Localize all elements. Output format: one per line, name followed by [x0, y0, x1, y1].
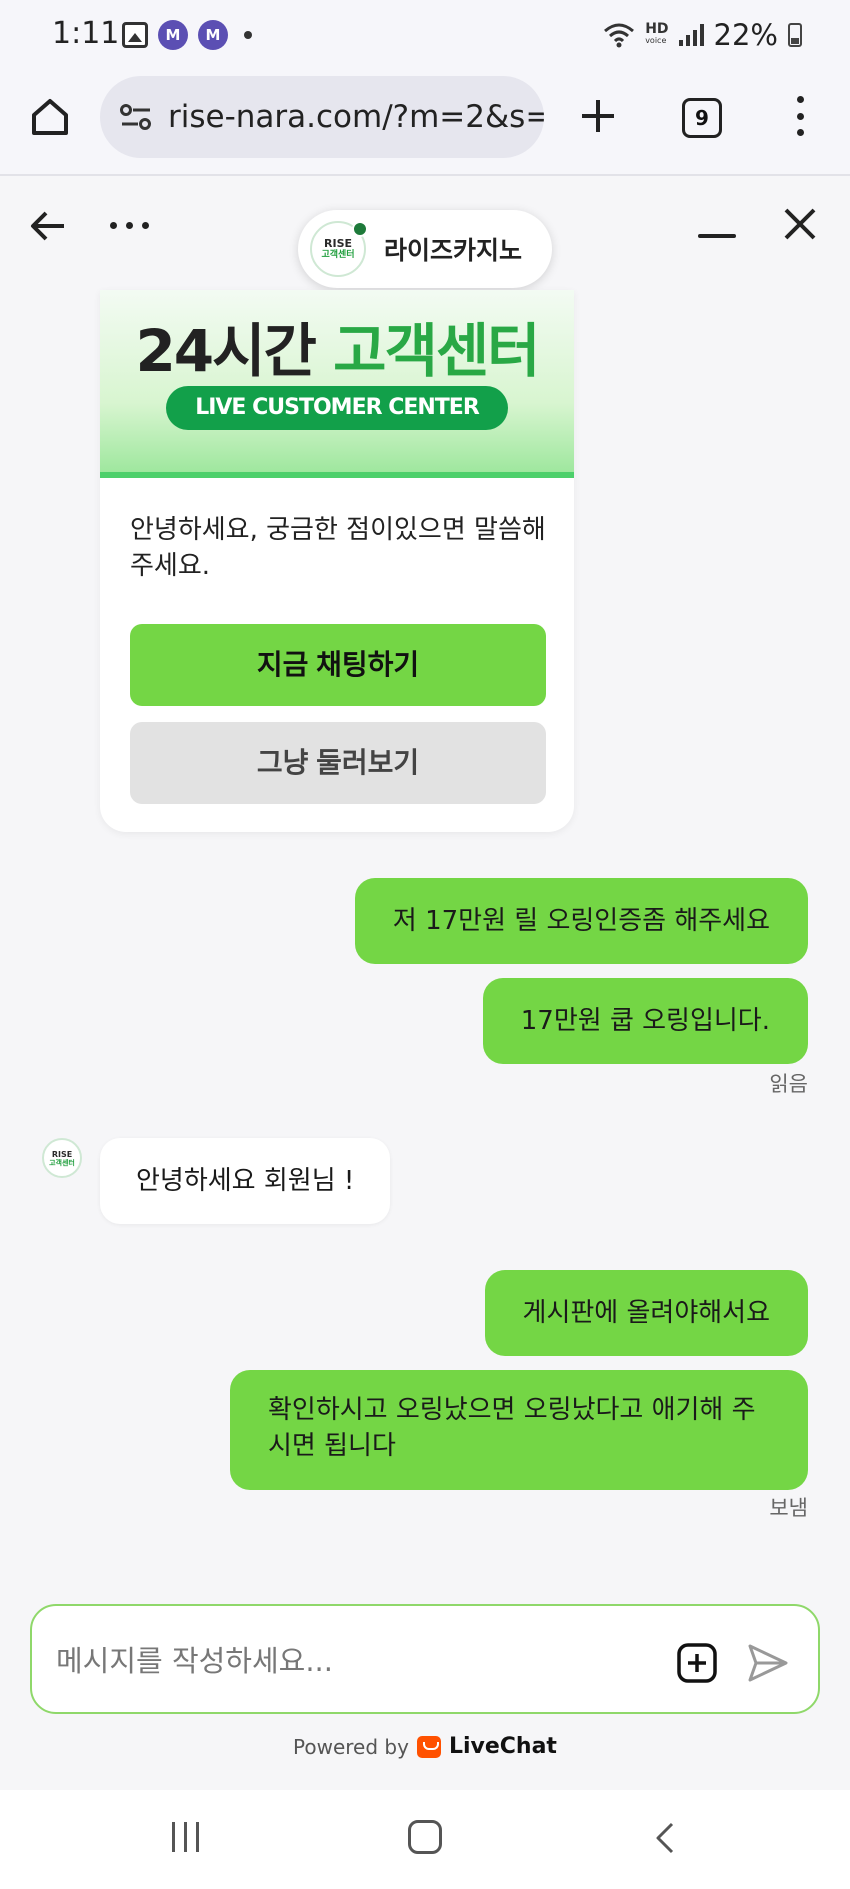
- brand-name: 라이즈카지노: [384, 236, 523, 265]
- hd-sub-label: voice: [645, 36, 667, 45]
- agent-avatar: RISE 고객센터: [42, 1138, 82, 1178]
- banner-title-dark: 24시간: [135, 317, 334, 385]
- message-composer: [30, 1604, 820, 1714]
- banner-title-green: 고객센터: [333, 317, 540, 385]
- browser-menu-icon[interactable]: [792, 96, 808, 136]
- minimize-icon[interactable]: [698, 234, 736, 238]
- message-status-sent: 보냄: [769, 1496, 808, 1520]
- battery-percent: 22%: [713, 18, 778, 52]
- gallery-icon: [122, 22, 148, 48]
- powered-by-footer[interactable]: Powered by LiveChat: [0, 1734, 850, 1759]
- welcome-banner: 24시간 고객센터 LIVE CUSTOMER CENTER: [100, 290, 574, 478]
- brand-logo: RISE 고객센터: [310, 221, 368, 277]
- livechat-logo-icon: [416, 1735, 441, 1758]
- user-message: 확인하시고 오링났으면 오링났다고 애기해 주시면 됩니다: [230, 1370, 808, 1490]
- hd-voice-icon: HD voice: [645, 22, 668, 47]
- messenger-icon: M: [198, 20, 228, 50]
- back-nav-icon[interactable]: [650, 1820, 680, 1856]
- close-icon[interactable]: [780, 204, 820, 244]
- chat-header: RISE 고객센터 라이즈카지노: [0, 178, 850, 298]
- system-icons: HD voice 22%: [603, 18, 802, 52]
- message-input[interactable]: [56, 1636, 656, 1686]
- more-notifications-dot-icon: [244, 31, 252, 39]
- new-tab-icon[interactable]: [578, 96, 618, 136]
- agent-message: 안녕하세요 회원님 !: [100, 1138, 391, 1224]
- agent-brand-pill: RISE 고객센터 라이즈카지노: [298, 210, 552, 288]
- banner-subtitle: LIVE CUSTOMER CENTER: [166, 386, 508, 430]
- banner-title: 24시간 고객센터: [100, 304, 574, 388]
- address-bar[interactable]: rise-nara.com/?m=2&s=: [100, 76, 544, 158]
- user-message: 저 17만원 릴 오링인증좀 해주세요: [354, 878, 808, 964]
- url-text: rise-nara.com/?m=2&s=: [168, 99, 544, 135]
- browser-toolbar: rise-nara.com/?m=2&s= 9: [0, 70, 850, 176]
- battery-icon: [788, 23, 802, 47]
- notification-icons: M M: [122, 20, 252, 50]
- logo-line2: 고객센터: [321, 250, 355, 260]
- online-status-icon: [352, 221, 368, 237]
- chat-options-icon[interactable]: [110, 222, 149, 229]
- start-chat-button[interactable]: 지금 채팅하기: [130, 624, 546, 706]
- livechat-brand: LiveChat: [448, 1734, 557, 1759]
- recents-icon[interactable]: [172, 1822, 199, 1852]
- messenger-icon: M: [158, 20, 188, 50]
- powered-by-label: Powered by: [293, 1734, 409, 1759]
- welcome-card: 24시간 고객센터 LIVE CUSTOMER CENTER 안녕하세요, 궁금…: [100, 290, 574, 832]
- system-navigation-bar: [0, 1790, 850, 1889]
- logo-line1: RISE: [324, 237, 352, 250]
- welcome-message: 안녕하세요, 궁금한 점이있으면 말씀해주세요.: [130, 515, 546, 581]
- status-bar: 1:11 M M HD voice 22%: [0, 0, 850, 70]
- tab-switcher-button[interactable]: 9: [682, 98, 722, 138]
- message-status-read: 읽음: [769, 1072, 808, 1096]
- user-message: 17만원 쿱 오링입니다.: [482, 978, 808, 1064]
- user-message: 게시판에 올려야해서요: [484, 1270, 808, 1356]
- status-time: 1:11: [52, 16, 120, 51]
- attach-plus-icon[interactable]: [676, 1642, 718, 1684]
- wifi-icon: [604, 23, 635, 48]
- avatar-line2: 고객센터: [49, 1158, 75, 1167]
- banner-divider: [100, 472, 574, 478]
- send-icon[interactable]: [746, 1642, 790, 1684]
- site-settings-icon[interactable]: [118, 99, 154, 135]
- home-nav-icon[interactable]: [408, 1820, 442, 1854]
- avatar-line1: RISE: [51, 1149, 73, 1159]
- home-icon[interactable]: [28, 95, 72, 139]
- signal-icon: [678, 24, 704, 46]
- back-arrow-icon[interactable]: [28, 206, 68, 246]
- just-browse-button[interactable]: 그냥 둘러보기: [130, 722, 546, 804]
